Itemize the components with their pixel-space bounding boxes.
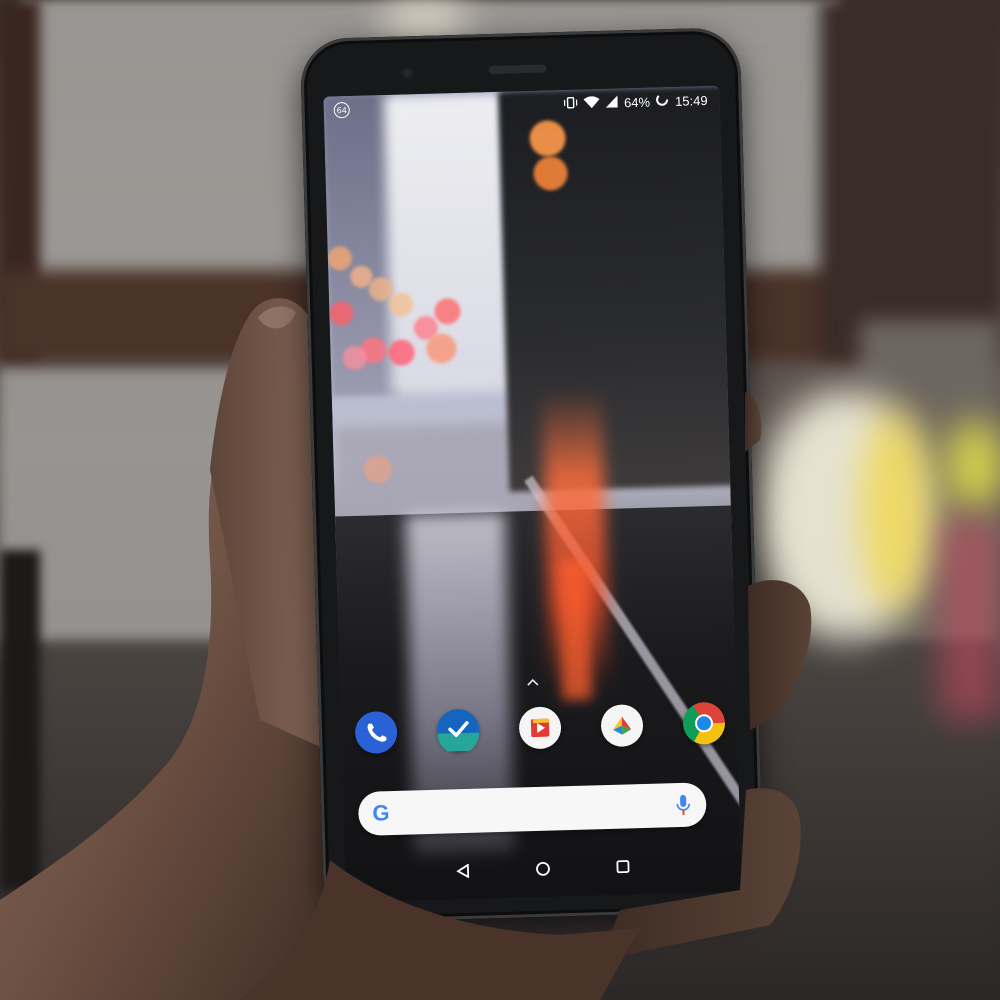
phone-app-icon[interactable] [354,710,398,755]
front-camera [400,66,415,81]
signal-icon [606,94,619,110]
battery-icon [656,93,669,109]
recents-icon[interactable] [614,857,632,875]
google-logo-icon: G [372,800,390,826]
earpiece [488,64,547,75]
smartphone: 64 64% 15:49 G [299,27,765,923]
notification-count-badge: 64 [333,101,350,119]
phone-screen: 64 64% 15:49 G [323,85,742,903]
home-icon[interactable] [534,860,552,878]
wifi-icon [583,95,600,110]
photos-app-icon[interactable] [600,704,644,748]
back-icon[interactable] [454,862,472,880]
app-drawer-chevron-icon[interactable] [527,675,539,689]
vibrate-icon [564,96,578,111]
chrome-app-icon[interactable] [682,701,726,745]
battery-percent: 64% [623,94,651,110]
mic-icon[interactable] [676,794,691,820]
tasks-app-icon[interactable] [436,708,480,755]
play-movies-app-icon[interactable] [518,706,562,750]
clock-time: 15:49 [674,92,708,109]
